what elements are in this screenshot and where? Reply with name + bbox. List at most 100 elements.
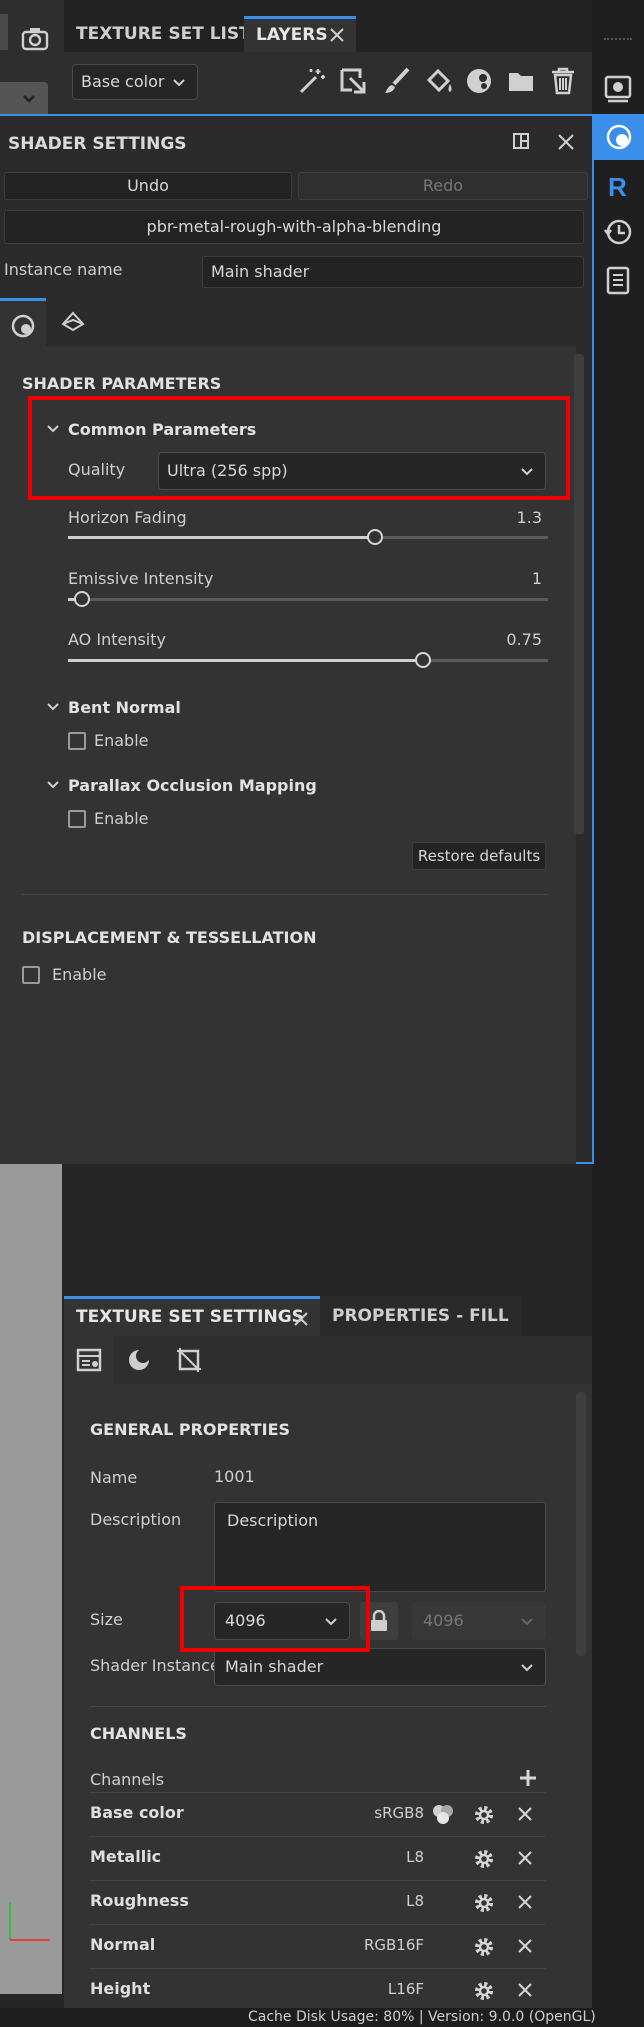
- channel-format[interactable]: L8: [314, 1848, 424, 1866]
- lock-icon: [371, 1610, 387, 1631]
- texture-set-content: GENERAL PROPERTIES Name 1001 Description…: [64, 1384, 592, 2024]
- channels-label: Channels: [90, 1770, 165, 1789]
- slider-track[interactable]: [68, 529, 548, 545]
- bent-normal-title[interactable]: Bent Normal: [68, 698, 181, 717]
- instance-name-label: Instance name: [4, 260, 123, 279]
- tab-layers-label: LAYERS: [256, 25, 328, 45]
- redo-button[interactable]: Redo: [298, 172, 588, 200]
- undo-button[interactable]: Undo: [4, 172, 292, 200]
- tab-shader-params[interactable]: [0, 298, 46, 346]
- fill-bucket-icon[interactable]: [424, 66, 454, 96]
- dock-icon[interactable]: [512, 132, 530, 150]
- channel-row[interactable]: Base color sRGB8: [64, 1792, 564, 1836]
- tab-texture-set-icon[interactable]: [64, 1336, 114, 1384]
- channel-row[interactable]: Roughness L8: [64, 1880, 564, 1924]
- tab-layers[interactable]: LAYERS: [244, 16, 356, 52]
- smart-material-icon[interactable]: [464, 66, 494, 96]
- channel-format[interactable]: RGB16F: [314, 1936, 424, 1954]
- size-select-secondary-value: 4096: [423, 1611, 464, 1630]
- channel-select-value: Base color: [81, 72, 165, 91]
- channel-select[interactable]: Base color: [72, 64, 198, 100]
- close-icon[interactable]: [558, 134, 574, 150]
- slider-handle[interactable]: [415, 652, 432, 668]
- display-settings-icon[interactable]: [602, 72, 634, 104]
- channel-format[interactable]: L16F: [314, 1980, 424, 1998]
- remove-channel-icon[interactable]: [518, 1895, 532, 1909]
- channel-format[interactable]: sRGB8: [314, 1804, 424, 1822]
- scrollbar[interactable]: [574, 354, 584, 834]
- channel-row[interactable]: Metallic L8: [64, 1836, 564, 1880]
- brush-icon[interactable]: [382, 66, 412, 96]
- gear-icon[interactable]: [472, 1847, 496, 1871]
- tab-bake-icon[interactable]: [114, 1336, 164, 1384]
- camera-icon[interactable]: [20, 26, 50, 52]
- tab-displacement[interactable]: [48, 298, 98, 346]
- channels-title: CHANNELS: [90, 1724, 187, 1743]
- svg-text:R: R: [608, 172, 627, 202]
- close-icon[interactable]: [330, 28, 344, 42]
- name-label: Name: [90, 1468, 138, 1487]
- remove-channel-icon[interactable]: [518, 1807, 532, 1821]
- remove-channel-icon[interactable]: [518, 1851, 532, 1865]
- shader-name-button[interactable]: pbr-metal-rough-with-alpha-blending: [4, 210, 584, 244]
- name-value: 1001: [214, 1467, 255, 1486]
- slider-fill: [68, 659, 424, 662]
- color-channels-icon[interactable]: [430, 1802, 456, 1826]
- displacement-checkbox[interactable]: [22, 966, 40, 984]
- left-dropdown-stub[interactable]: [0, 82, 48, 116]
- slider-track[interactable]: [68, 652, 548, 668]
- shader-settings-panel: SHADER SETTINGS Undo Redo pbr-metal-roug…: [0, 114, 594, 1164]
- tab-texture-set-settings[interactable]: TEXTURE SET SETTINGS: [64, 1296, 320, 1336]
- bent-normal-checkbox[interactable]: [68, 732, 86, 750]
- remove-channel-icon[interactable]: [518, 1939, 532, 1953]
- slider-handle[interactable]: [367, 529, 384, 545]
- history-icon[interactable]: [602, 216, 634, 248]
- gear-icon[interactable]: [472, 1891, 496, 1915]
- left-tool-stub[interactable]: [0, 14, 8, 50]
- description-field[interactable]: Description: [214, 1502, 546, 1592]
- trash-icon[interactable]: [548, 66, 578, 96]
- add-layer-icon[interactable]: [338, 66, 368, 96]
- slider-value[interactable]: 1.3: [460, 508, 542, 527]
- instance-name-value: Main shader: [211, 262, 310, 281]
- gear-icon[interactable]: [472, 1979, 496, 2003]
- channel-format[interactable]: L8: [314, 1892, 424, 1910]
- slider-track[interactable]: [68, 591, 548, 607]
- slider-value[interactable]: 0.75: [460, 630, 542, 649]
- viewport[interactable]: [0, 1164, 62, 1994]
- general-properties-title: GENERAL PROPERTIES: [90, 1420, 291, 1439]
- channel-row[interactable]: Normal RGB16F: [64, 1924, 564, 1968]
- log-icon[interactable]: [602, 264, 634, 296]
- pom-checkbox[interactable]: [68, 810, 86, 828]
- remove-channel-icon[interactable]: [518, 1983, 532, 1997]
- shader-ball-icon: [11, 314, 35, 338]
- shader-settings-toggle[interactable]: [592, 114, 644, 160]
- description-placeholder: Description: [227, 1511, 319, 1530]
- chevron-down-icon[interactable]: [46, 780, 60, 790]
- gear-icon[interactable]: [472, 1935, 496, 1959]
- section-divider: [90, 1706, 546, 1707]
- tab-texture-set-list[interactable]: TEXTURE SET LIST: [64, 16, 263, 52]
- tab-properties-fill[interactable]: PROPERTIES - FILL: [320, 1296, 521, 1336]
- chevron-down-icon[interactable]: [46, 702, 60, 712]
- displacement-title: DISPLACEMENT & TESSELLATION: [22, 928, 317, 947]
- restore-defaults-button[interactable]: Restore defaults: [412, 842, 546, 870]
- gear-icon[interactable]: [472, 1803, 496, 1827]
- close-icon[interactable]: [294, 1312, 308, 1326]
- pom-title[interactable]: Parallax Occlusion Mapping: [68, 776, 317, 795]
- slider-value[interactable]: 1: [460, 569, 542, 588]
- moon-icon: [129, 1349, 150, 1370]
- add-channel-button[interactable]: [518, 1768, 538, 1788]
- size-select-secondary: 4096: [412, 1602, 546, 1640]
- scrollbar[interactable]: [576, 1392, 586, 1656]
- r-logo-icon[interactable]: R: [602, 170, 634, 202]
- instance-name-input[interactable]: Main shader: [202, 256, 584, 288]
- shader-instance-select[interactable]: Main shader: [214, 1648, 546, 1686]
- tab-uv-icon[interactable]: [164, 1336, 214, 1384]
- status-text: Cache Disk Usage: 80% | Version: 9.0.0 (…: [248, 2009, 596, 2025]
- magic-wand-icon[interactable]: [296, 66, 326, 96]
- highlight-quality: [28, 396, 570, 500]
- channel-row[interactable]: Height L16F: [64, 1968, 564, 2012]
- folder-icon[interactable]: [506, 66, 536, 96]
- slider-handle[interactable]: [74, 591, 91, 607]
